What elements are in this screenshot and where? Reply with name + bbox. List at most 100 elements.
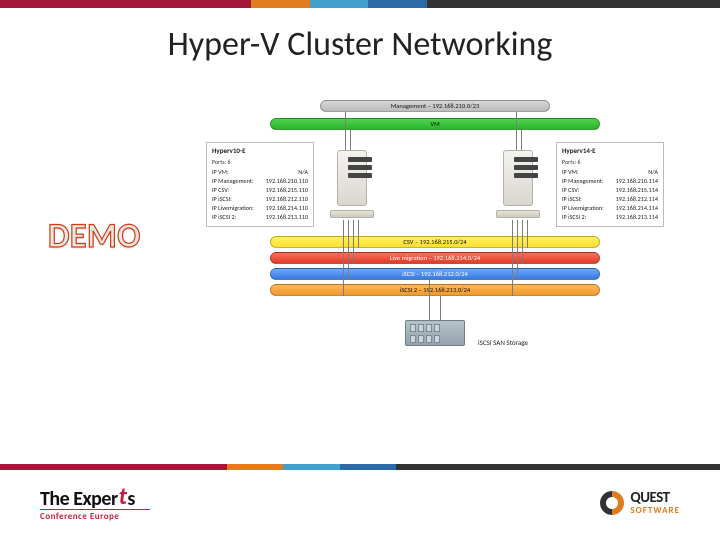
row-val: 192.168.214.110 (266, 204, 308, 212)
row-key: IP CSV: (562, 186, 579, 194)
connector (353, 220, 354, 264)
band-seg (0, 0, 251, 8)
storage-label: iSCSI SAN Storage (478, 338, 528, 347)
connector (527, 220, 528, 248)
row-key: IP Livemigration: (562, 204, 604, 212)
connector (348, 220, 349, 280)
connector (516, 112, 517, 150)
server-left-icon (330, 150, 374, 220)
connector (440, 296, 441, 322)
host-ports: Ports: 6 (562, 158, 658, 166)
server-bay (348, 157, 372, 162)
server-case (337, 150, 367, 206)
slide: Hyper-V Cluster Networking DEMO Manageme… (0, 0, 720, 540)
net-bar-csv: CSV – 192.168.215.0/24 (270, 236, 600, 248)
storage-slot (410, 324, 416, 332)
net-bar-vm: VM (270, 118, 600, 130)
row-key: IP VM: (562, 168, 579, 176)
host-row: IP Livemigration: 192.168.214.114 (562, 204, 658, 212)
host-info-left: Hyperv10-E Ports: 6 IP VM: N/A IP Managem… (206, 142, 314, 227)
connector (343, 220, 344, 296)
row-key: IP iSCSI: (212, 195, 232, 203)
storage-slot (410, 335, 416, 343)
network-diagram: Management – 192.168.210.0/23 VM CSV – 1… (200, 100, 670, 410)
server-right-icon (496, 150, 540, 220)
storage-icon (405, 320, 465, 356)
server-bay (514, 173, 538, 178)
host-name: Hyperv10-E (212, 147, 308, 155)
connector (517, 220, 518, 280)
row-key: IP VM: (212, 168, 229, 176)
band-seg (427, 0, 720, 8)
connector (429, 280, 430, 322)
host-row: IP iSCSI 2: 192.168.213.110 (212, 213, 308, 221)
band-seg (251, 0, 310, 8)
row-key: IP Management: (212, 177, 254, 185)
host-name: Hyperv14-E (562, 147, 658, 155)
storage-rack (405, 320, 465, 346)
logo-text-line1: QUEST (630, 491, 680, 506)
band-seg (310, 0, 369, 8)
row-val: 192.168.215.114 (616, 186, 658, 194)
row-val: N/A (648, 168, 658, 176)
logo-part: The Exper (40, 489, 118, 509)
server-bay (514, 157, 538, 162)
host-row: IP VM: N/A (212, 168, 308, 176)
host-info-right: Hyperv14-E Ports: 6 IP VM: N/A IP Managem… (556, 142, 664, 227)
row-key: IP iSCSI 2: (562, 213, 586, 221)
logo-accent-icon: t (119, 485, 127, 509)
row-val: 192.168.214.114 (616, 204, 658, 212)
row-key: IP iSCSI: (562, 195, 582, 203)
host-ports: Ports: 6 (212, 158, 308, 166)
logo-text-line2: SOFTWARE (630, 506, 680, 515)
server-bay (348, 165, 372, 170)
server-bay (348, 173, 372, 178)
row-key: IP CSV: (212, 186, 229, 194)
row-val: 192.168.212.114 (616, 195, 658, 203)
host-row: IP iSCSI: 192.168.212.114 (562, 195, 658, 203)
host-row: IP iSCSI 2:192.168.213.114 (562, 213, 658, 221)
row-key: IP Livemigration: (212, 204, 254, 212)
connector (358, 220, 359, 248)
slide-title: Hyper-V Cluster Networking (0, 24, 720, 65)
logo-bar: The Exper t s Conference Europe QUEST SO… (0, 480, 720, 526)
net-bar-livemigration: Live migration – 192.168.214.0/24 (270, 252, 600, 264)
row-val: 192.168.213.110 (266, 213, 308, 221)
net-bar-iscsi1: iSCSI – 192.168.212.0/24 (270, 268, 600, 280)
host-row: IP iSCSI: 192.168.212.110 (212, 195, 308, 203)
server-case (503, 150, 533, 206)
connector (350, 130, 351, 150)
quest-mark-icon (600, 491, 624, 515)
row-key: IP iSCSI 2: (212, 213, 236, 221)
logo-part: s (127, 489, 134, 509)
band-seg (0, 464, 227, 470)
net-bar-management: Management – 192.168.210.0/23 (320, 100, 550, 112)
host-row: IP CSV: 192.168.215.110 (212, 186, 308, 194)
server-base (330, 210, 374, 218)
row-val: 192.168.212.110 (266, 195, 308, 203)
server-base (496, 210, 540, 218)
host-row: IP CSV: 192.168.215.114 (562, 186, 658, 194)
host-row: IP Management:192.168.210.110 (212, 177, 308, 185)
row-val: N/A (298, 168, 308, 176)
logo-text-line2: Conference Europe (40, 509, 150, 521)
connector (522, 220, 523, 264)
logo-text: QUEST SOFTWARE (630, 491, 680, 515)
footer-color-band (0, 464, 720, 470)
storage-slot (418, 324, 424, 332)
storage-slot (426, 335, 432, 343)
connector (345, 112, 346, 150)
row-val: 192.168.210.114 (616, 177, 658, 185)
host-row: IP Management:192.168.210.114 (562, 177, 658, 185)
row-val: 192.168.215.110 (266, 186, 308, 194)
net-bar-iscsi2: iSCSI 2 – 192.168.213.0/24 (270, 284, 600, 296)
logo-text-line1: The Exper t s (40, 485, 150, 509)
connector (521, 130, 522, 150)
storage-slot (426, 324, 432, 332)
demo-label: DEMO (48, 216, 141, 257)
server-bay (514, 165, 538, 170)
band-seg (340, 464, 397, 470)
host-row: IP Livemigration: 192.168.214.110 (212, 204, 308, 212)
storage-slot (418, 335, 424, 343)
host-row: IP VM: N/A (562, 168, 658, 176)
